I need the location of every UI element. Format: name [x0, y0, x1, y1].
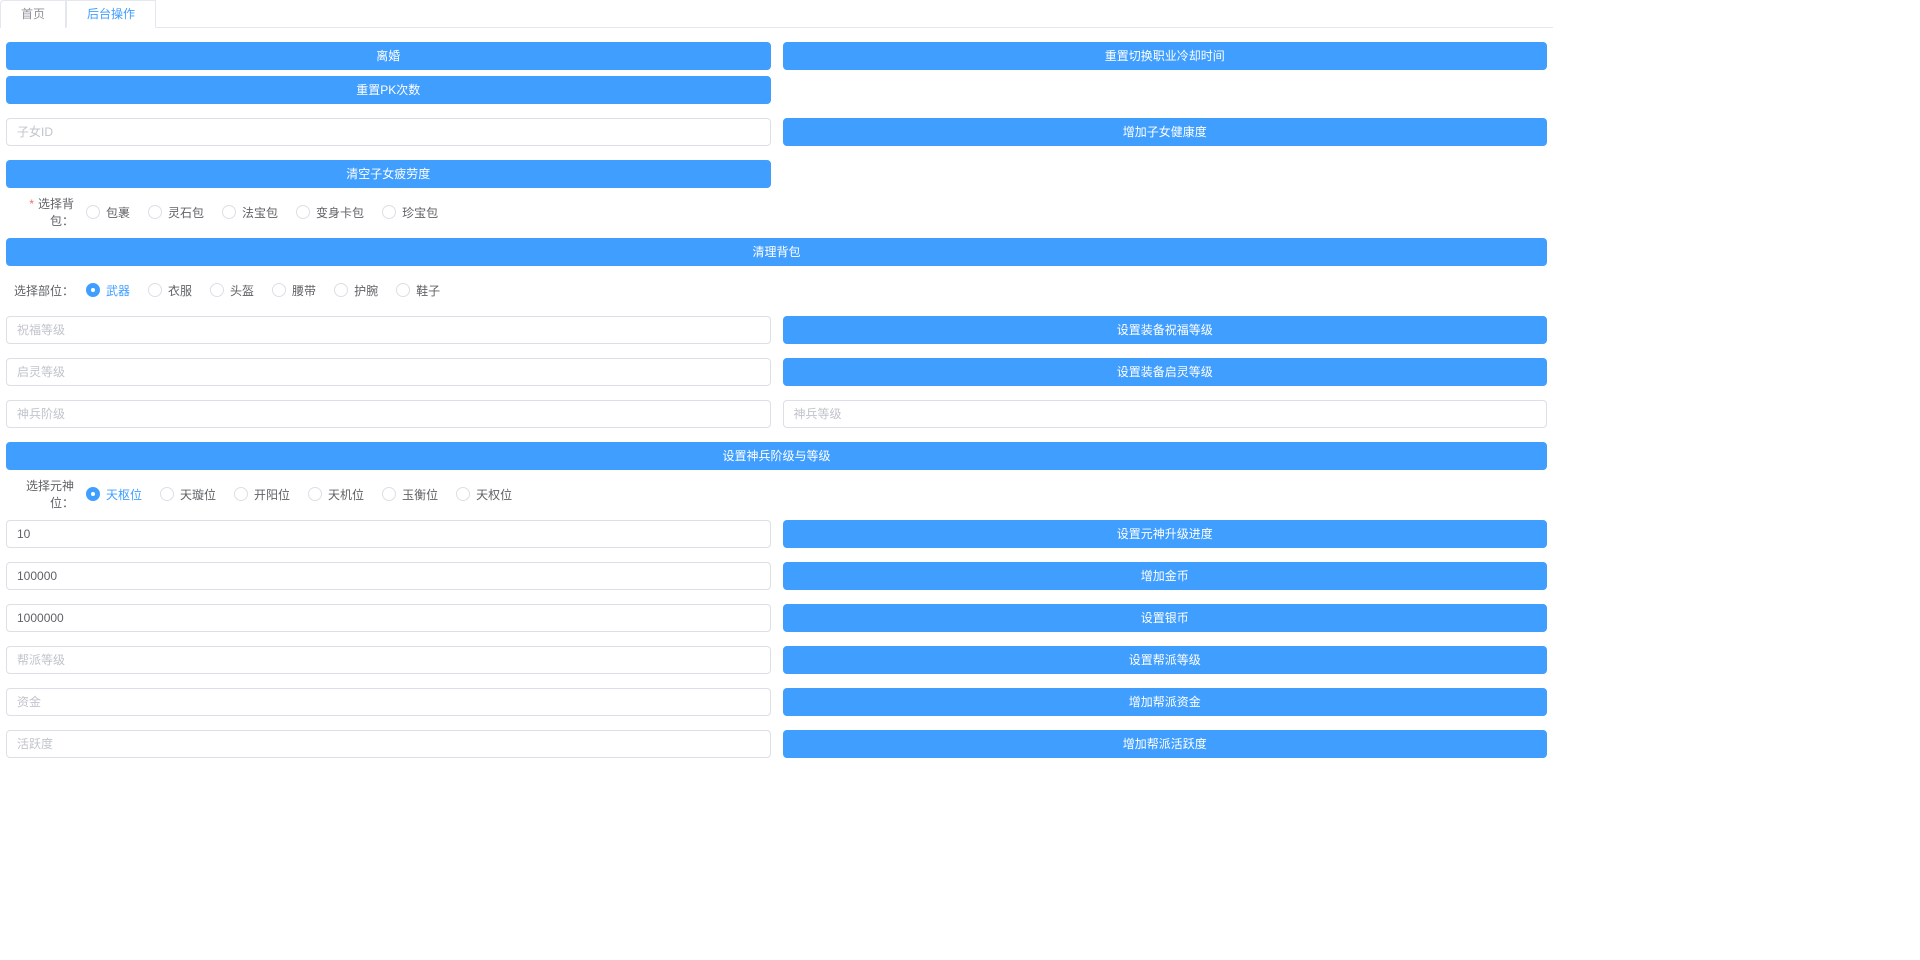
- radio-dot-icon: [210, 283, 224, 297]
- radio-dot-icon: [272, 283, 286, 297]
- content-pane: 离婚 重置切换职业冷却时间 重置PK次数 增加子女健康度 清空子女疲劳度 选择背…: [0, 28, 1553, 784]
- set-equip-bless-level-button[interactable]: 设置装备祝福等级: [783, 316, 1548, 344]
- bag-radio-fabao[interactable]: 法宝包: [222, 204, 278, 221]
- main-scroll-viewport[interactable]: 首页 后台操作 离婚 重置切换职业冷却时间 重置PK次数 增加子女健康度 清空子…: [0, 0, 1553, 784]
- select-part-row: 选择部位： 武器 衣服 头盔 腰带 护腕 鞋子: [0, 272, 1553, 308]
- silver-amount-input[interactable]: [6, 604, 771, 632]
- radio-dot-icon: [86, 205, 100, 219]
- part-radio-weapon[interactable]: 武器: [86, 282, 130, 299]
- select-bag-label: 选择背包：: [6, 195, 86, 229]
- set-shenbing-stage-level-button[interactable]: 设置神兵阶级与等级: [6, 442, 1547, 470]
- tab-home[interactable]: 首页: [0, 0, 66, 28]
- yuanshen-radio-tianquan[interactable]: 天权位: [456, 486, 512, 503]
- yuanshen-radio-yuheng[interactable]: 玉衡位: [382, 486, 438, 503]
- reset-job-cooldown-button[interactable]: 重置切换职业冷却时间: [783, 42, 1548, 70]
- set-yuanshen-progress-button[interactable]: 设置元神升级进度: [783, 520, 1548, 548]
- radio-dot-icon: [148, 283, 162, 297]
- shenbing-level-input[interactable]: [783, 400, 1548, 428]
- yuanshen-radio-tianshu[interactable]: 天枢位: [86, 486, 142, 503]
- tab-admin[interactable]: 后台操作: [66, 0, 156, 28]
- guild-funds-input[interactable]: [6, 688, 771, 716]
- radio-dot-icon: [86, 283, 100, 297]
- bag-radio-bianshen[interactable]: 变身卡包: [296, 204, 364, 221]
- reset-pk-count-button[interactable]: 重置PK次数: [6, 76, 771, 104]
- select-yuanshen-row: 选择元神位： 天枢位 天璇位 开阳位 天机位 玉衡位 天权位: [0, 476, 1553, 512]
- yuanshen-progress-input[interactable]: [6, 520, 771, 548]
- set-equip-qiling-level-button[interactable]: 设置装备启灵等级: [783, 358, 1548, 386]
- radio-dot-icon: [456, 487, 470, 501]
- select-bag-row: 选择背包： 包裹 灵石包 法宝包 变身卡包 珍宝包: [0, 194, 1553, 230]
- radio-dot-icon: [396, 283, 410, 297]
- guild-level-input[interactable]: [6, 646, 771, 674]
- bag-radio-group: 包裹 灵石包 法宝包 变身卡包 珍宝包: [86, 204, 438, 221]
- part-radio-shoes[interactable]: 鞋子: [396, 282, 440, 299]
- yuanshen-radio-tianxuan[interactable]: 天璇位: [160, 486, 216, 503]
- radio-dot-icon: [148, 205, 162, 219]
- yuanshen-radio-group: 天枢位 天璇位 开阳位 天机位 玉衡位 天权位: [86, 486, 512, 503]
- clear-child-fatigue-button[interactable]: 清空子女疲劳度: [6, 160, 771, 188]
- radio-dot-icon: [334, 283, 348, 297]
- gold-amount-input[interactable]: [6, 562, 771, 590]
- add-gold-button[interactable]: 增加金币: [783, 562, 1548, 590]
- set-silver-button[interactable]: 设置银币: [783, 604, 1548, 632]
- select-part-label: 选择部位：: [6, 282, 86, 299]
- clean-bag-button[interactable]: 清理背包: [6, 238, 1547, 266]
- divorce-button[interactable]: 离婚: [6, 42, 771, 70]
- qiling-level-input[interactable]: [6, 358, 771, 386]
- add-guild-activity-button[interactable]: 增加帮派活跃度: [783, 730, 1548, 758]
- part-radio-belt[interactable]: 腰带: [272, 282, 316, 299]
- radio-dot-icon: [382, 487, 396, 501]
- select-yuanshen-label: 选择元神位：: [6, 477, 86, 511]
- add-guild-funds-button[interactable]: 增加帮派资金: [783, 688, 1548, 716]
- set-guild-level-button[interactable]: 设置帮派等级: [783, 646, 1548, 674]
- radio-dot-icon: [234, 487, 248, 501]
- add-child-health-button[interactable]: 增加子女健康度: [783, 118, 1548, 146]
- yuanshen-radio-tianji[interactable]: 天机位: [308, 486, 364, 503]
- part-radio-bracer[interactable]: 护腕: [334, 282, 378, 299]
- shenbing-stage-input[interactable]: [6, 400, 771, 428]
- guild-activity-input[interactable]: [6, 730, 771, 758]
- tab-bar: 首页 后台操作: [0, 0, 1553, 28]
- part-radio-clothes[interactable]: 衣服: [148, 282, 192, 299]
- part-radio-group: 武器 衣服 头盔 腰带 护腕 鞋子: [86, 282, 440, 299]
- child-id-input[interactable]: [6, 118, 771, 146]
- radio-dot-icon: [296, 205, 310, 219]
- bag-radio-zhenbao[interactable]: 珍宝包: [382, 204, 438, 221]
- yuanshen-radio-kaiyang[interactable]: 开阳位: [234, 486, 290, 503]
- radio-dot-icon: [382, 205, 396, 219]
- bag-radio-lingshi[interactable]: 灵石包: [148, 204, 204, 221]
- radio-dot-icon: [160, 487, 174, 501]
- radio-dot-icon: [86, 487, 100, 501]
- bless-level-input[interactable]: [6, 316, 771, 344]
- part-radio-helmet[interactable]: 头盔: [210, 282, 254, 299]
- bag-radio-baoguo[interactable]: 包裹: [86, 204, 130, 221]
- radio-dot-icon: [308, 487, 322, 501]
- radio-dot-icon: [222, 205, 236, 219]
